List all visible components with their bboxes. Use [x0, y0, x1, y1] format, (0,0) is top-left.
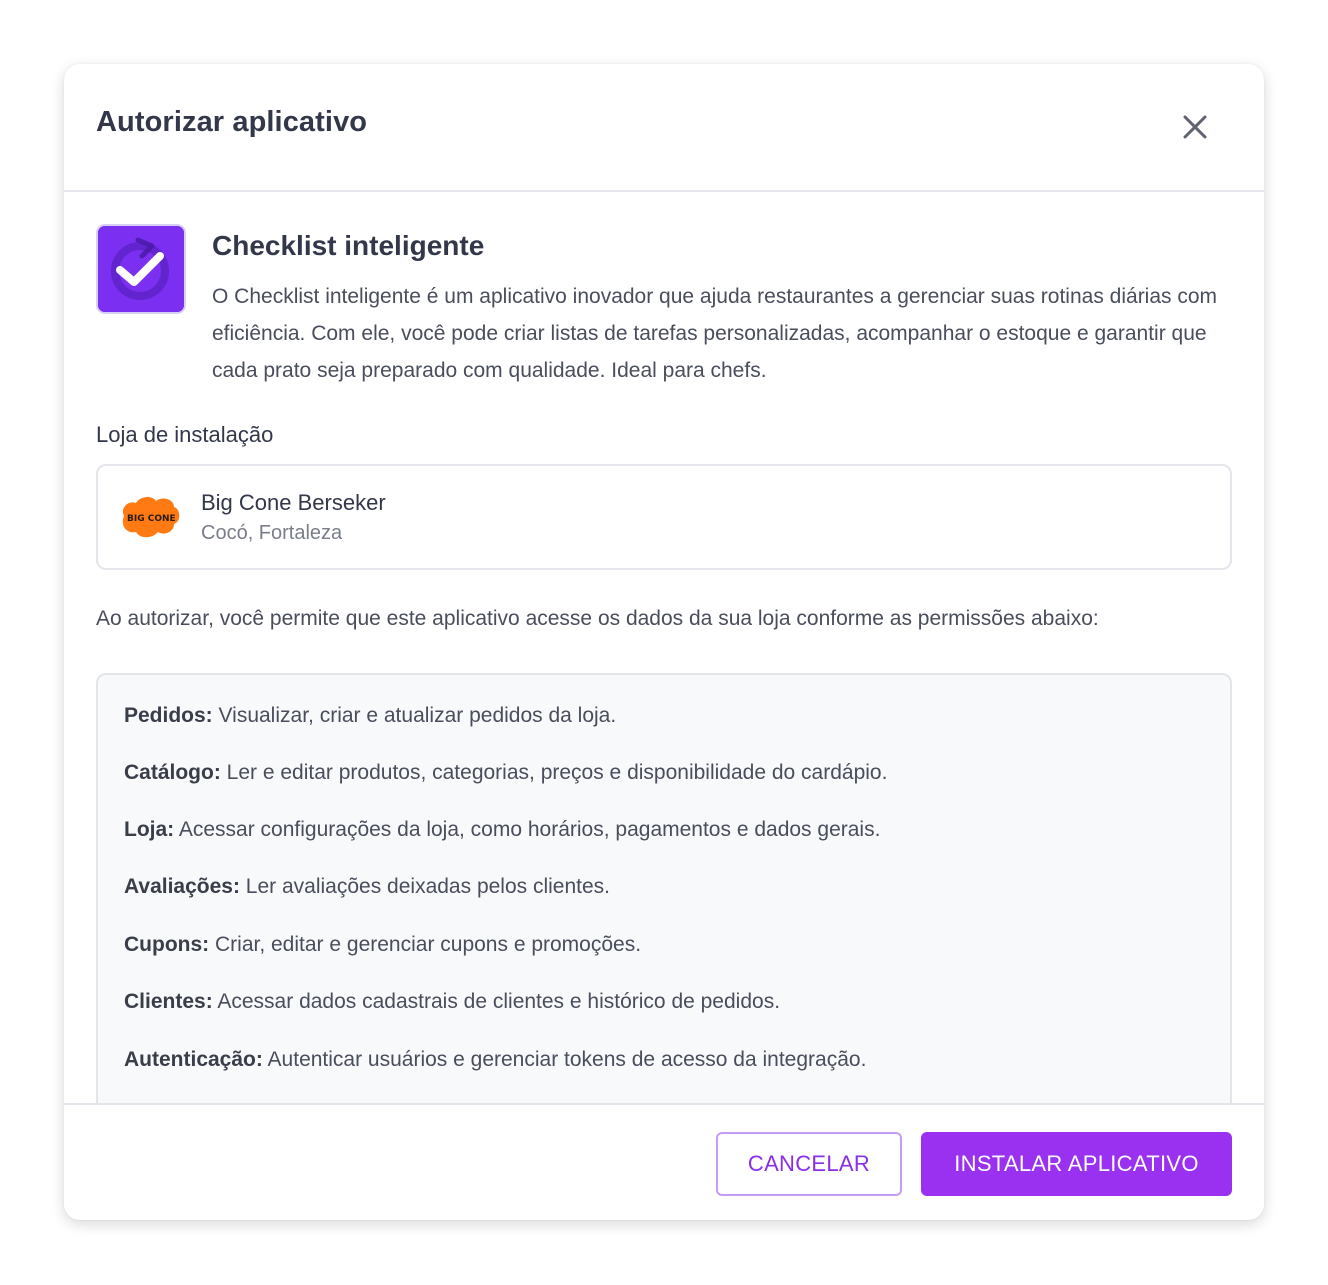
dialog-footer: CANCELAR INSTALAR APLICATIVO	[64, 1103, 1264, 1220]
permission-value: Acessar dados cadastrais de clientes e h…	[217, 990, 781, 1013]
store-card[interactable]: BIG CONE Big Cone Berseker Cocó, Fortale…	[96, 464, 1232, 570]
permission-item: Avaliações: Ler avaliações deixadas pelo…	[124, 875, 610, 899]
permission-value: Visualizar, criar e atualizar pedidos da…	[218, 704, 617, 727]
permissions-list: Pedidos: Visualizar, criar e atualizar p…	[96, 673, 1232, 1133]
dialog-title: Autorizar aplicativo	[96, 106, 368, 138]
authorize-app-dialog: Autorizar aplicativo Checklist inteligen…	[64, 64, 1264, 1220]
dialog-header: Autorizar aplicativo	[64, 64, 1264, 192]
close-icon	[1183, 115, 1207, 139]
consent-text: Ao autorizar, você permite que este apli…	[96, 607, 1099, 630]
install-app-button[interactable]: INSTALAR APLICATIVO	[921, 1132, 1232, 1196]
permission-value: Ler avaliações deixadas pelos clientes.	[245, 875, 611, 898]
permission-value: Autenticar usuários e gerenciar tokens d…	[267, 1048, 867, 1071]
checklist-check-icon	[98, 226, 184, 312]
app-description: O Checklist inteligente é um aplicativo …	[212, 285, 1218, 382]
store-name: Big Cone Berseker	[201, 490, 386, 515]
permission-item: Autenticação: Autenticar usuários e gere…	[124, 1048, 866, 1072]
permission-key: Loja:	[124, 818, 175, 841]
store-location: Cocó, Fortaleza	[201, 522, 343, 544]
permission-item: Catálogo: Ler e editar produtos, categor…	[124, 761, 887, 785]
install-store-label: Loja de instalação	[96, 422, 274, 447]
permission-key: Avaliações:	[124, 875, 240, 898]
permission-key: Pedidos:	[124, 704, 213, 727]
app-icon	[96, 224, 186, 314]
cancel-button[interactable]: CANCELAR	[716, 1132, 902, 1196]
permission-item: Pedidos: Visualizar, criar e atualizar p…	[124, 704, 616, 728]
store-logo-text: BIG CONE	[127, 514, 176, 524]
permission-item: Clientes: Acessar dados cadastrais de cl…	[124, 990, 780, 1014]
permission-key: Clientes:	[124, 990, 213, 1013]
store-logo: BIG CONE	[118, 494, 182, 540]
permission-key: Cupons:	[124, 933, 210, 956]
permission-key: Catálogo:	[124, 761, 221, 784]
permission-value: Criar, editar e gerenciar cupons e promo…	[215, 933, 642, 956]
permission-value: Acessar configurações da loja, como horá…	[178, 818, 881, 841]
permission-item: Cupons: Criar, editar e gerenciar cupons…	[124, 933, 641, 957]
permission-key: Autenticação:	[124, 1048, 263, 1071]
permission-value: Ler e editar produtos, categorias, preço…	[226, 761, 888, 784]
permission-item: Loja: Acessar configurações da loja, com…	[124, 818, 880, 842]
app-name: Checklist inteligente	[212, 230, 485, 261]
close-button[interactable]	[1174, 106, 1216, 148]
